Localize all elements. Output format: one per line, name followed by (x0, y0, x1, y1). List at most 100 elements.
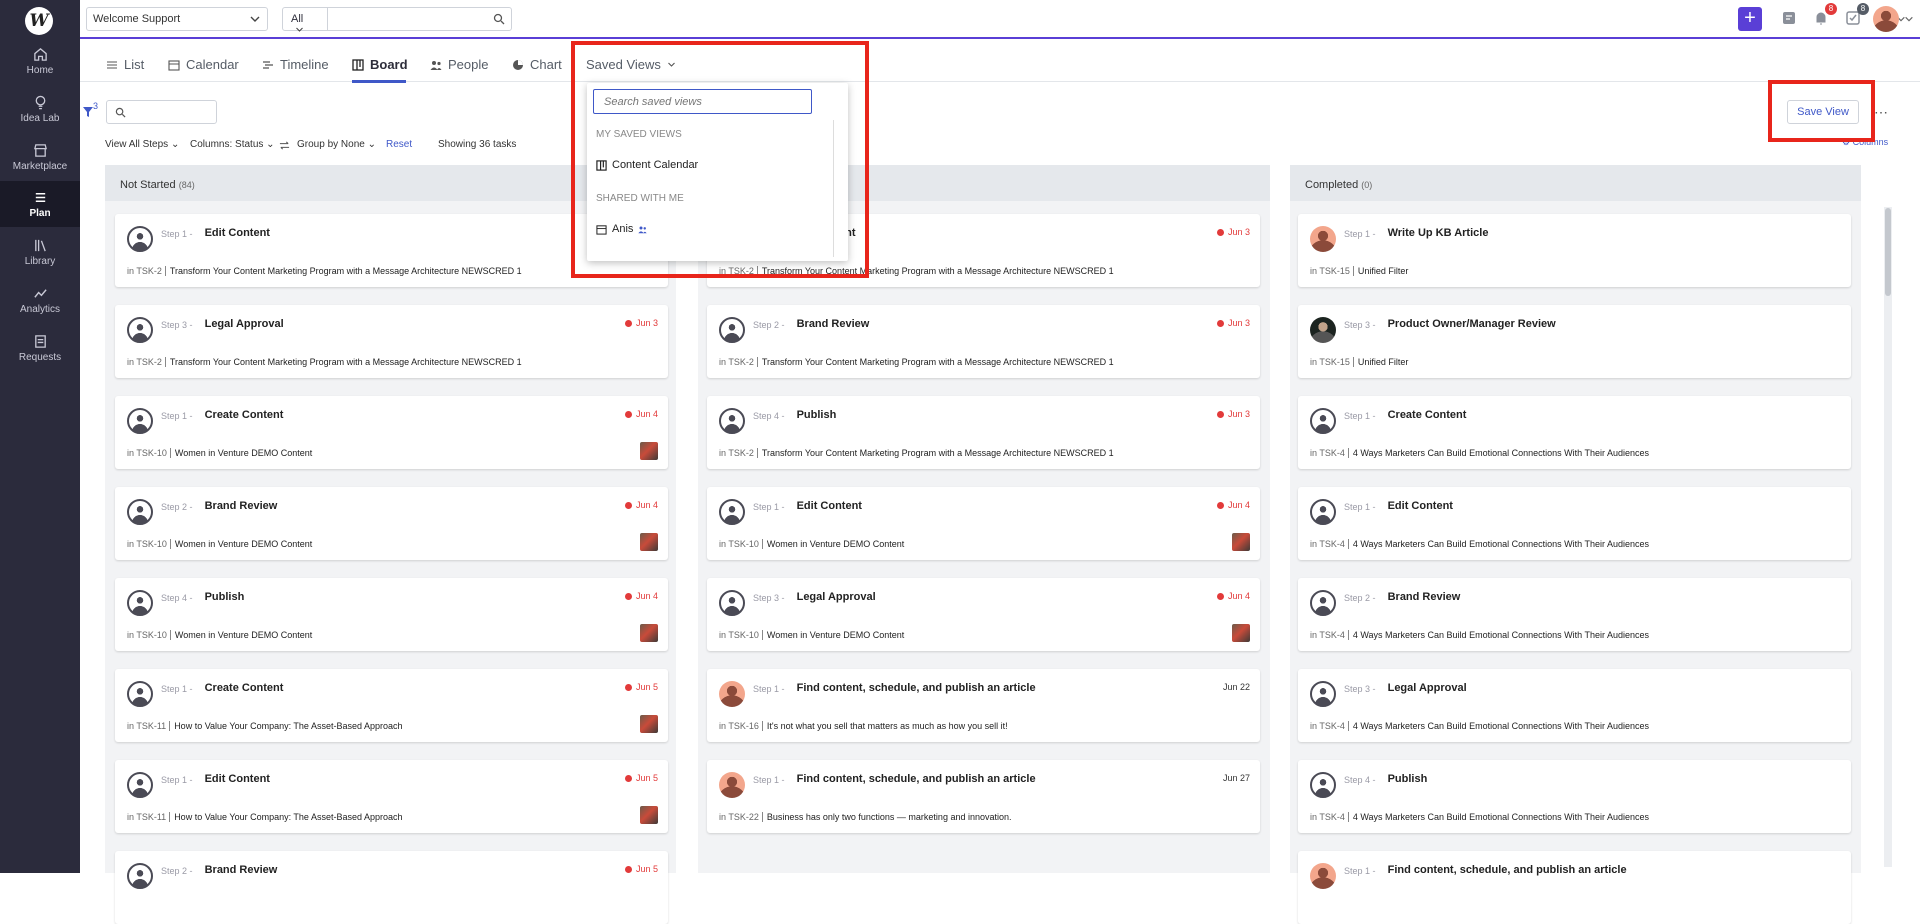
unassigned-user-icon[interactable] (127, 772, 153, 798)
card-title[interactable]: Find content, schedule, and publish an a… (1388, 864, 1627, 876)
unassigned-user-icon[interactable] (719, 408, 745, 434)
sidebar-item-library[interactable]: Library (0, 229, 80, 275)
task-card[interactable]: Step 4 - Publish Jun 4 in TSK-10 Women in Ve… (115, 578, 668, 651)
unassigned-user-icon[interactable] (719, 590, 745, 616)
card-title[interactable]: Find content, schedule, and publish an a… (797, 682, 1036, 694)
tab-calendar[interactable]: Calendar (168, 57, 239, 72)
card-project[interactable]: in TSK-2 Transform Your Content Marketing… (719, 266, 1114, 276)
card-title[interactable]: Find content, schedule, and publish an a… (797, 773, 1036, 785)
assignee-avatar[interactable] (1310, 863, 1336, 889)
task-card[interactable]: Step 2 - Brand Review in TSK-4 4 Ways Marke… (1298, 578, 1851, 651)
board-search-input[interactable] (106, 100, 217, 124)
card-title[interactable]: Publish (1388, 773, 1428, 785)
search-icon[interactable] (493, 13, 505, 25)
task-card[interactable]: Step 1 - Create Content Jun 5 in TSK-11 How … (115, 669, 668, 742)
shared-view-item[interactable]: Anis (596, 223, 648, 235)
card-title[interactable]: Publish (205, 591, 245, 603)
card-project[interactable]: in TSK-4 4 Ways Marketers Can Build Emoti… (1310, 721, 1649, 731)
user-avatar[interactable] (1873, 6, 1899, 32)
unassigned-user-icon[interactable] (127, 499, 153, 525)
chevron-down-icon[interactable] (1904, 14, 1914, 24)
sidebar-item-idea-lab[interactable]: Idea Lab (0, 86, 80, 132)
save-view-button[interactable]: Save View (1787, 100, 1859, 124)
assignee-avatar[interactable] (1310, 317, 1336, 343)
sidebar-item-analytics[interactable]: Analytics (0, 277, 80, 323)
columns-settings-link[interactable]: ⚙ Columns (1842, 137, 1888, 148)
unassigned-user-icon[interactable] (1310, 499, 1336, 525)
card-title[interactable]: Product Owner/Manager Review (1388, 318, 1556, 330)
content-thumbnail[interactable] (640, 715, 658, 733)
card-title[interactable]: Write Up KB Article (1388, 227, 1489, 239)
tab-timeline[interactable]: Timeline (262, 57, 329, 72)
card-project[interactable]: in TSK-11 How to Value Your Company: The … (127, 721, 403, 731)
card-project[interactable]: in TSK-4 4 Ways Marketers Can Build Emoti… (1310, 630, 1649, 640)
more-options-icon[interactable]: ⋯ (1874, 104, 1889, 121)
task-card[interactable]: Step 1 - Edit Content in TSK-2 Transform Yo… (115, 214, 668, 287)
scrollbar-thumb[interactable] (1885, 208, 1891, 296)
card-title[interactable]: Legal Approval (1388, 682, 1467, 694)
unassigned-user-icon[interactable] (1310, 772, 1336, 798)
task-card[interactable]: Step 3 - Legal Approval Jun 4 in TSK-10 Wome… (707, 578, 1260, 651)
card-project[interactable]: in TSK-2 Transform Your Content Marketing… (719, 357, 1114, 367)
search-scope-select[interactable]: All (283, 8, 328, 32)
unassigned-user-icon[interactable] (1310, 681, 1336, 707)
content-thumbnail[interactable] (640, 624, 658, 642)
card-project[interactable]: in TSK-10 Women in Venture DEMO Content (127, 448, 313, 458)
assignee-avatar[interactable] (719, 772, 745, 798)
sidebar-item-plan[interactable]: Plan (0, 181, 80, 227)
task-card[interactable]: Step 1 - Edit Content Jun 4 in TSK-10 Women … (707, 487, 1260, 560)
workspace-select[interactable]: Welcome Support (86, 7, 268, 31)
unassigned-user-icon[interactable] (127, 590, 153, 616)
card-title[interactable]: Legal Approval (205, 318, 284, 330)
card-title[interactable]: Create Content (205, 409, 284, 421)
task-card[interactable]: Step 1 - Edit Content in TSK-4 4 Ways Marke… (1298, 487, 1851, 560)
saved-view-item[interactable]: Content Calendar (596, 159, 698, 171)
content-thumbnail[interactable] (1232, 533, 1250, 551)
unassigned-user-icon[interactable] (719, 499, 745, 525)
swap-icon[interactable] (279, 140, 290, 151)
unassigned-user-icon[interactable] (127, 408, 153, 434)
card-title[interactable]: Brand Review (205, 500, 278, 512)
assignee-avatar[interactable] (1310, 226, 1336, 252)
card-title[interactable]: Brand Review (205, 864, 278, 876)
tab-board[interactable]: Board (352, 57, 408, 72)
card-title[interactable]: Create Content (205, 682, 284, 694)
tab-saved-views[interactable]: Saved Views (586, 57, 676, 72)
columns-select[interactable]: Columns: Status ⌄ (190, 139, 275, 150)
card-project[interactable]: in TSK-16 It's not what you sell that mat… (719, 721, 1008, 731)
card-title[interactable]: Brand Review (797, 318, 870, 330)
task-card[interactable]: Step 4 - Publish Jun 3 in TSK-2 Transform Yo… (707, 396, 1260, 469)
tab-people[interactable]: People (430, 57, 488, 72)
card-project[interactable]: in TSK-10 Women in Venture DEMO Content (719, 630, 905, 640)
assignee-avatar[interactable] (719, 681, 745, 707)
card-project[interactable]: in TSK-22 Business has only two functions… (719, 812, 1012, 822)
card-title[interactable]: Publish (797, 409, 837, 421)
card-title[interactable]: Edit Content (1388, 500, 1453, 512)
unassigned-user-icon[interactable] (1310, 408, 1336, 434)
unassigned-user-icon[interactable] (1310, 590, 1336, 616)
card-project[interactable]: in TSK-4 4 Ways Marketers Can Build Emoti… (1310, 812, 1649, 822)
unassigned-user-icon[interactable] (127, 863, 153, 889)
task-card[interactable]: Step 2 - Brand Review Jun 5 (115, 851, 668, 924)
task-card[interactable]: Step 2 - Brand Review Jun 3 in TSK-2 Transfo… (707, 305, 1260, 378)
task-card[interactable]: Step 1 - Write Up KB Article in TSK-15 Unif… (1298, 214, 1851, 287)
task-card[interactable]: Step 3 - Legal Approval Jun 3 in TSK-2 Trans… (115, 305, 668, 378)
tab-chart[interactable]: Chart (512, 57, 562, 72)
card-project[interactable]: in TSK-11 How to Value Your Company: The … (127, 812, 403, 822)
unassigned-user-icon[interactable] (127, 226, 153, 252)
dropdown-scrollbar[interactable] (833, 120, 834, 257)
content-thumbnail[interactable] (640, 533, 658, 551)
app-logo[interactable]: W (25, 7, 53, 35)
card-project[interactable]: in TSK-2 Transform Your Content Marketing… (127, 266, 522, 276)
task-card[interactable]: Step 1 - Edit Content Jun 5 in TSK-11 How to… (115, 760, 668, 833)
search-input[interactable] (329, 8, 479, 30)
card-title[interactable]: Edit Content (205, 773, 270, 785)
task-card[interactable]: Step 2 - Brand Review Jun 4 in TSK-10 Women … (115, 487, 668, 560)
task-card[interactable]: Step 3 - Product Owner/Manager Review in T… (1298, 305, 1851, 378)
card-title[interactable]: Legal Approval (797, 591, 876, 603)
task-card[interactable]: Step 4 - Publish in TSK-4 4 Ways Marketers … (1298, 760, 1851, 833)
card-project[interactable]: in TSK-4 4 Ways Marketers Can Build Emoti… (1310, 539, 1649, 549)
group-by-select[interactable]: Group by None ⌄ (297, 139, 376, 150)
chat-icon[interactable] (1780, 9, 1798, 27)
sidebar-item-marketplace[interactable]: Marketplace (0, 134, 80, 180)
